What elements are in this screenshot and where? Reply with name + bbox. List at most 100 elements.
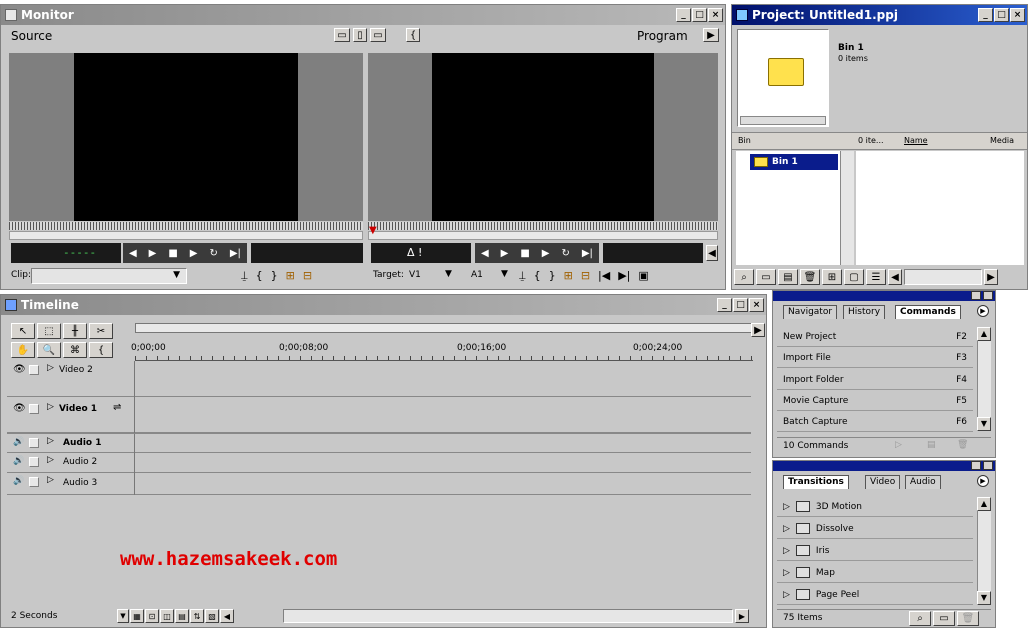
transitions-scroll-down-icon[interactable]: ▼ bbox=[977, 591, 991, 605]
project-minimize-button[interactable]: _ bbox=[978, 8, 993, 22]
command-item[interactable]: Batch Capture F6 bbox=[777, 412, 973, 432]
command-item[interactable]: Import File F3 bbox=[777, 348, 973, 368]
command-item[interactable]: Movie Capture F5 bbox=[777, 391, 973, 411]
transitions-palette-titlebar[interactable] bbox=[773, 461, 995, 471]
zoom-dropdown-icon[interactable]: ▼ bbox=[117, 609, 129, 623]
program-set-in-icon[interactable]: ⍊ bbox=[519, 269, 526, 283]
commands-scroll-up-icon[interactable]: ▲ bbox=[977, 327, 991, 341]
timeline-hscroll-right-icon[interactable]: ▶ bbox=[735, 609, 749, 623]
prev-edit-icon[interactable]: |◀ bbox=[598, 269, 610, 283]
transitions-menu-arrow-icon[interactable]: ▶ bbox=[977, 475, 989, 487]
link-tool-icon[interactable]: ⌘ bbox=[63, 342, 87, 358]
timeline-close-button[interactable]: × bbox=[749, 298, 764, 312]
expand-arrow-icon[interactable]: ▷ bbox=[47, 363, 54, 373]
speaker-icon[interactable]: 🔊 bbox=[13, 437, 24, 447]
clip-dropdown[interactable]: ▼ bbox=[31, 268, 187, 284]
monitor-titlebar[interactable]: Monitor _ □ × bbox=[1, 5, 725, 25]
timeline-titlebar[interactable]: Timeline _ □ × bbox=[1, 295, 766, 315]
target-audio-select[interactable]: A1 bbox=[471, 270, 483, 280]
icon-view-icon[interactable]: ⊞ bbox=[822, 269, 842, 285]
dual-view-icon[interactable]: ▯ bbox=[353, 28, 367, 42]
program-play-in-out-icon[interactable]: ▶| bbox=[582, 248, 593, 259]
speaker-icon[interactable]: 🔊 bbox=[13, 476, 24, 486]
selection-tool-icon[interactable]: ↖ bbox=[11, 323, 35, 339]
insert-icon[interactable]: ⊞ bbox=[286, 269, 295, 283]
column-bin[interactable]: Bin bbox=[738, 136, 751, 145]
delete-transition-icon[interactable]: 🗑 bbox=[957, 611, 979, 626]
command-item[interactable]: New Project F2 bbox=[777, 327, 973, 347]
step-back-icon[interactable]: ◀ bbox=[129, 248, 137, 259]
timeline-ruler[interactable]: 0;00;00 0;00;08;00 0;00;16;00 0;00;24;00 bbox=[131, 339, 753, 361]
zoom-tool-icon[interactable]: 🔍 bbox=[37, 342, 61, 358]
timeline-hscroll-left-icon[interactable]: ◀ bbox=[220, 609, 234, 623]
loop-icon[interactable]: ↻ bbox=[209, 248, 217, 259]
hscroll-left-icon[interactable]: ◀ bbox=[888, 269, 902, 285]
transition-folder[interactable]: ▷ Iris bbox=[777, 541, 973, 561]
source-scrub-bar[interactable] bbox=[9, 231, 363, 240]
set-in-icon[interactable]: ⍊ bbox=[241, 269, 248, 283]
target-video-select[interactable]: V1 bbox=[409, 270, 421, 280]
program-scrub-bar[interactable] bbox=[368, 231, 718, 240]
edge-view-icon[interactable]: ◫ bbox=[160, 609, 174, 623]
transition-track-icon[interactable]: ⇌ bbox=[113, 402, 121, 413]
timeline-menu-arrow-icon[interactable]: ▶ bbox=[751, 323, 765, 337]
commands-menu-arrow-icon[interactable]: ▶ bbox=[977, 305, 989, 317]
find-transition-icon[interactable]: ⌕ bbox=[909, 611, 931, 626]
transitions-close-icon[interactable] bbox=[983, 461, 993, 470]
transition-folder[interactable]: ▷ Page Peel bbox=[777, 585, 973, 605]
thumbnail-view-icon[interactable]: ▢ bbox=[844, 269, 864, 285]
expand-arrow-icon[interactable]: ▷ bbox=[47, 436, 54, 446]
program-stop-icon[interactable]: ■ bbox=[520, 248, 529, 259]
palette-minimize-icon[interactable] bbox=[971, 291, 981, 300]
tab-commands[interactable]: Commands bbox=[895, 305, 961, 319]
project-hscroll[interactable] bbox=[904, 269, 982, 285]
transition-folder[interactable]: ▷ Dissolve bbox=[777, 519, 973, 539]
lift-icon[interactable]: ⊞ bbox=[564, 269, 573, 283]
eye-icon[interactable]: 👁 bbox=[13, 403, 26, 414]
speaker-icon[interactable]: 🔊 bbox=[13, 456, 24, 466]
transitions-scrollbar[interactable] bbox=[977, 497, 991, 605]
export-frame-icon[interactable]: ▣ bbox=[638, 269, 648, 283]
project-close-button[interactable]: × bbox=[1010, 8, 1025, 22]
transition-folder[interactable]: ▷ Map bbox=[777, 563, 973, 583]
new-item-icon[interactable]: ▤ bbox=[778, 269, 798, 285]
new-folder-icon[interactable]: ▭ bbox=[933, 611, 955, 626]
target-audio-arrow-icon[interactable]: ▼ bbox=[501, 269, 508, 279]
program-jog-arrow-icon[interactable]: ◀ bbox=[706, 245, 718, 261]
shift-tracks-icon[interactable]: ▤ bbox=[175, 609, 189, 623]
tab-audio[interactable]: Audio bbox=[905, 475, 941, 489]
lock-toggle[interactable] bbox=[29, 404, 39, 414]
timeline-minimize-button[interactable]: _ bbox=[717, 298, 732, 312]
target-video-arrow-icon[interactable]: ▼ bbox=[445, 269, 452, 279]
find-icon[interactable]: ⌕ bbox=[734, 269, 754, 285]
command-item[interactable]: Import Folder F4 bbox=[777, 370, 973, 390]
bin-tree-scrollbar[interactable] bbox=[840, 151, 854, 265]
stop-icon[interactable]: ■ bbox=[168, 248, 177, 259]
palette-close-icon[interactable] bbox=[983, 291, 993, 300]
commands-scrollbar[interactable] bbox=[977, 327, 991, 431]
commands-palette-titlebar[interactable] bbox=[773, 291, 995, 301]
snap-icon[interactable]: ⊡ bbox=[145, 609, 159, 623]
in-out-tool-icon[interactable]: { bbox=[89, 342, 113, 358]
timeline-hscroll[interactable] bbox=[283, 609, 733, 623]
transitions-scroll-up-icon[interactable]: ▲ bbox=[977, 497, 991, 511]
sync-mode-icon[interactable]: ⇅ bbox=[190, 609, 204, 623]
overlay-icon[interactable]: ⊟ bbox=[303, 269, 312, 283]
new-command-icon[interactable]: ▤ bbox=[927, 440, 936, 450]
column-items[interactable]: 0 ite... bbox=[858, 136, 884, 145]
toggle-snap-icon[interactable]: ▧ bbox=[205, 609, 219, 623]
delete-icon[interactable]: 🗑 bbox=[800, 269, 820, 285]
lock-toggle[interactable] bbox=[29, 365, 39, 375]
timeline-maximize-button[interactable]: □ bbox=[733, 298, 748, 312]
play-icon[interactable]: ▶ bbox=[190, 248, 198, 259]
track-format-icon[interactable]: ▦ bbox=[130, 609, 144, 623]
play-in-out-icon[interactable]: ▶| bbox=[230, 248, 241, 259]
close-button[interactable]: × bbox=[708, 8, 723, 22]
program-step-forward-icon[interactable]: ▶ bbox=[501, 248, 509, 259]
bin-preview-scrubber[interactable] bbox=[740, 116, 826, 125]
program-mark-in-icon[interactable]: { bbox=[534, 269, 541, 283]
program-mark-out-icon[interactable]: } bbox=[549, 269, 556, 283]
next-edit-icon[interactable]: ▶| bbox=[618, 269, 630, 283]
step-forward-icon[interactable]: ▶ bbox=[149, 248, 157, 259]
project-titlebar[interactable]: Project: Untitled1.ppj _ □ × bbox=[732, 5, 1027, 25]
